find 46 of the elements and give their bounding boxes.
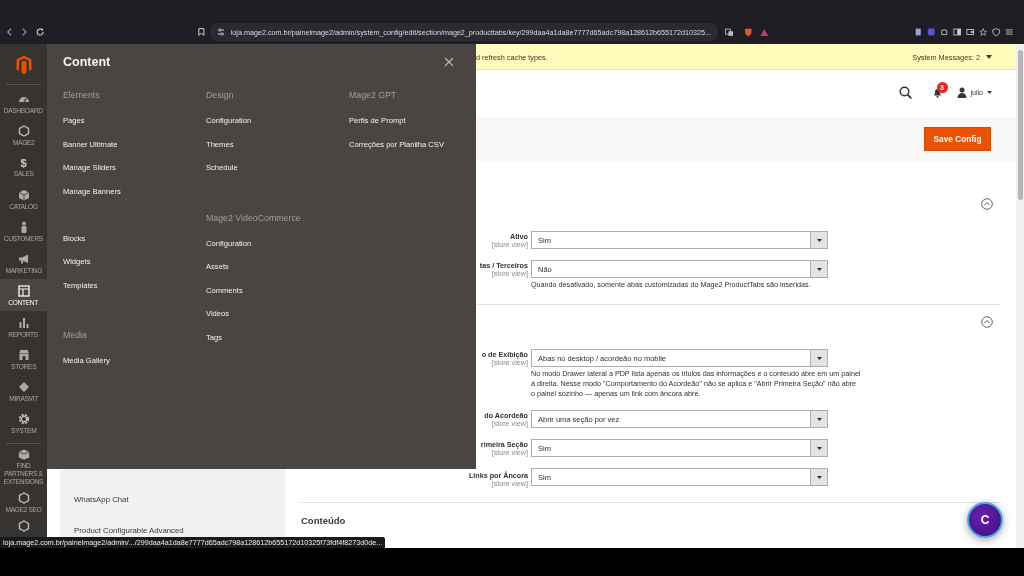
forward-icon[interactable] (20, 27, 28, 37)
caret-icon (987, 91, 992, 94)
layout-icon (16, 283, 31, 298)
caret-icon (816, 356, 822, 360)
hexagon-icon (16, 123, 31, 138)
triangle-icon[interactable] (760, 27, 769, 37)
shield-icon[interactable] (992, 27, 1001, 37)
caret-icon (986, 55, 992, 59)
menu-group-heading: Mage2 VideoCommerce (206, 211, 302, 225)
hexagon-icon (16, 519, 31, 533)
menu-icon[interactable] (1005, 27, 1014, 37)
logo-icon[interactable] (15, 54, 32, 74)
caret-icon (816, 446, 822, 450)
store-icon (16, 347, 31, 362)
caret-icon (816, 417, 822, 421)
box-icon (16, 448, 31, 462)
sidebar-icon[interactable] (953, 27, 962, 37)
translate-icon[interactable] (725, 27, 734, 37)
scrollbar-thumb[interactable] (1017, 50, 1023, 200)
save-config-button[interactable]: Save Config (924, 127, 991, 151)
collapse-icon[interactable] (981, 316, 993, 328)
reload-icon[interactable] (35, 27, 44, 37)
back-icon[interactable] (6, 27, 13, 37)
caret-icon (816, 238, 822, 242)
menu-group-heading: Design (206, 89, 235, 102)
settings-icon (16, 411, 31, 426)
dollar-icon: $ (20, 156, 27, 169)
menu-title: Content (63, 54, 111, 69)
search-icon[interactable] (898, 86, 912, 99)
hexagon-icon (16, 490, 31, 505)
star-icon[interactable] (979, 27, 988, 37)
menu-group-heading: Media (63, 329, 88, 342)
bookmark-icon[interactable] (198, 27, 205, 37)
collapse-icon[interactable] (981, 198, 993, 210)
caret-icon (816, 475, 822, 479)
chat-button[interactable]: C (967, 502, 1003, 538)
site-info-icon[interactable] (216, 28, 225, 36)
close-icon[interactable] (444, 56, 454, 67)
user-icon (956, 87, 967, 98)
wallet-icon[interactable] (966, 27, 975, 37)
section-title[interactable]: Conteúdo (300, 514, 346, 526)
document-icon[interactable] (914, 27, 923, 37)
menu-group-heading: Elements (63, 89, 101, 102)
cube-icon (16, 187, 31, 202)
caret-icon (816, 267, 822, 271)
menu-group-heading: Mage2 GPT (349, 89, 398, 102)
